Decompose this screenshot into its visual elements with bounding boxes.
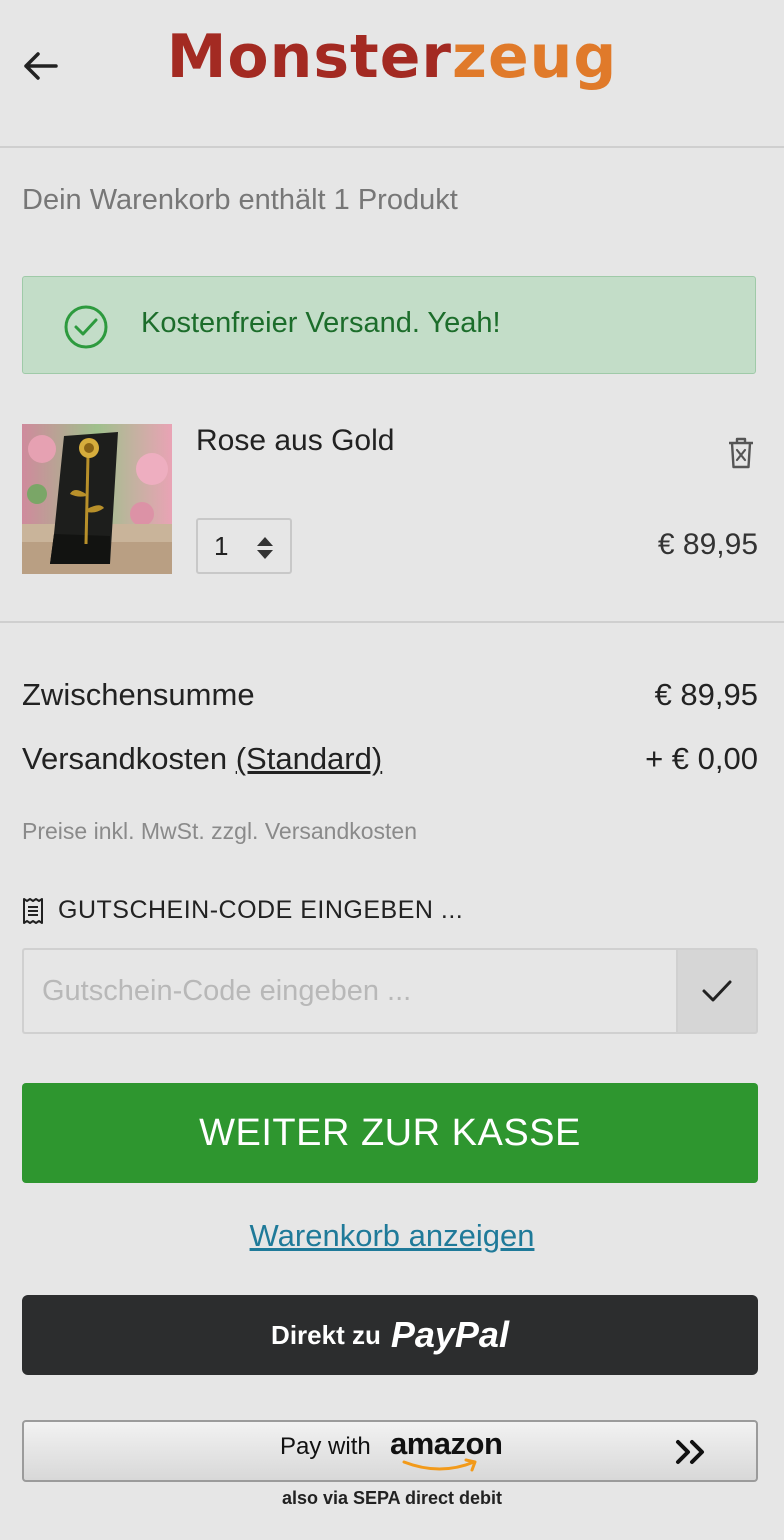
- logo[interactable]: Monsterzeug: [0, 22, 784, 92]
- remove-item-button[interactable]: [726, 436, 756, 470]
- subtotal-row: Zwischensumme € 89,95: [22, 677, 758, 713]
- amazon-logo: amazon: [390, 1426, 503, 1461]
- checkmark-icon: [702, 980, 732, 1002]
- paypal-prefix: Direkt zu: [271, 1319, 381, 1350]
- receipt-icon: [23, 897, 43, 924]
- divider: [0, 621, 784, 623]
- quantity-stepper[interactable]: 1: [196, 518, 292, 574]
- item-price: € 89,95: [657, 528, 758, 561]
- paypal-button[interactable]: Direkt zu PayPal: [22, 1295, 758, 1375]
- cart-count-text: Dein Warenkorb enthält 1 Produkt: [22, 184, 458, 216]
- subtotal-value: € 89,95: [654, 677, 758, 712]
- tax-note: Preise inkl. MwSt. zzgl. Versandkosten: [22, 818, 417, 844]
- notice-text: Kostenfreier Versand. Yeah!: [141, 307, 501, 339]
- double-chevron-right-icon: [676, 1440, 704, 1464]
- amazon-smile-icon: [402, 1458, 477, 1472]
- product-name[interactable]: Rose aus Gold: [196, 424, 394, 458]
- shipping-method-link[interactable]: (Standard): [236, 741, 382, 776]
- logo-part-2: zeug: [452, 22, 618, 92]
- header: Monsterzeug: [0, 0, 784, 148]
- shipping-label: Versandkosten: [22, 741, 228, 776]
- trash-icon: [729, 437, 753, 469]
- free-shipping-notice: Kostenfreier Versand. Yeah!: [22, 276, 756, 374]
- logo-part-1: Monster: [166, 22, 453, 92]
- shipping-value: + € 0,00: [645, 741, 758, 776]
- sepa-note: also via SEPA direct debit: [281, 1488, 503, 1508]
- quantity-value: 1: [214, 530, 229, 561]
- amazon-pay-button[interactable]: Pay with amazon: [22, 1420, 758, 1482]
- checkout-button[interactable]: WEITER ZUR KASSE: [22, 1083, 758, 1183]
- coupon-toggle[interactable]: GUTSCHEIN-CODE EINGEBEN ...: [22, 896, 463, 925]
- coupon-label: GUTSCHEIN-CODE EINGEBEN ...: [58, 896, 464, 924]
- subtotal-label: Zwischensumme: [22, 677, 255, 712]
- coupon-submit-button[interactable]: [676, 948, 758, 1034]
- check-circle-icon: [64, 305, 108, 349]
- amazon-pay-prefix: Pay with: [280, 1433, 371, 1460]
- coupon-code-input[interactable]: [22, 948, 676, 1034]
- view-cart-link[interactable]: Warenkorb anzeigen: [0, 1218, 784, 1254]
- shipping-row: Versandkosten (Standard) + € 0,00: [22, 741, 758, 777]
- product-image[interactable]: [22, 424, 172, 574]
- paypal-logo: PayPal: [390, 1314, 509, 1355]
- stepper-arrows-icon: [257, 537, 273, 559]
